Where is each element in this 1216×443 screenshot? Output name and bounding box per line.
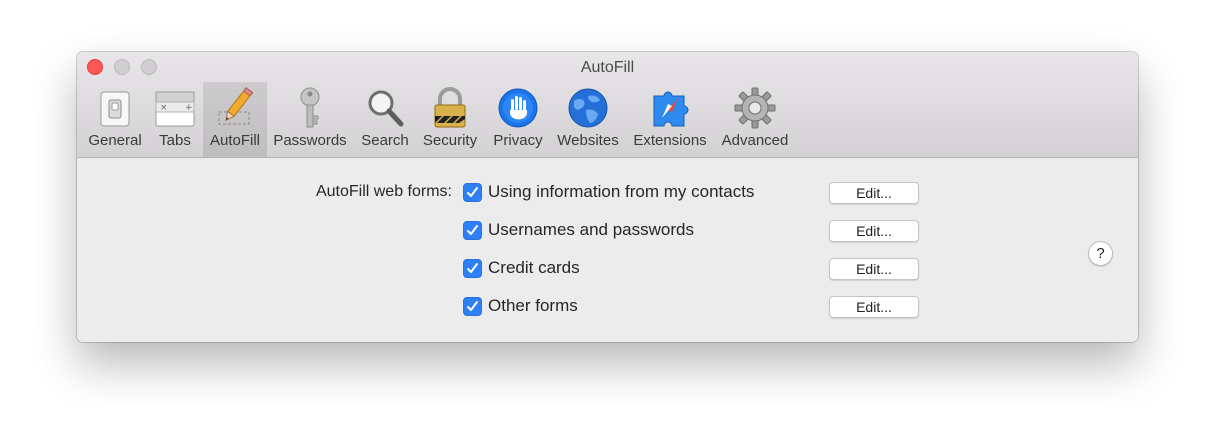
window-title: AutoFill [580, 59, 635, 76]
padlock-icon [428, 86, 472, 130]
puzzle-icon [648, 86, 692, 130]
tab-label: Security [422, 132, 478, 149]
svg-text:×: × [160, 103, 168, 113]
tab-label: AutoFill [209, 132, 261, 149]
edit-credit-cards-button[interactable]: Edit... [829, 258, 919, 280]
toolbar: AutoFill General × + Tabs AutoFill Passw… [77, 52, 1138, 158]
option-label: Credit cards [488, 258, 580, 277]
pencil-icon [213, 86, 257, 130]
tab-label: Search [361, 132, 409, 149]
hand-icon [496, 86, 540, 130]
gear-icon [733, 86, 777, 130]
help-button[interactable]: ? [1088, 241, 1113, 266]
edit-contacts-button[interactable]: Edit... [829, 182, 919, 204]
credit-cards-checkbox[interactable] [463, 259, 482, 278]
autofill-panel: AutoFill web forms: Using information fr… [77, 158, 1138, 342]
edit-usernames-passwords-button[interactable]: Edit... [829, 220, 919, 242]
key-icon [288, 86, 332, 130]
svg-text:+: + [185, 103, 193, 113]
tab-label: Privacy [493, 132, 543, 149]
tab-search[interactable]: Search [355, 82, 415, 157]
tab-general[interactable]: General [85, 82, 145, 157]
tab-autofill[interactable]: AutoFill [203, 82, 267, 157]
tab-label: Advanced [721, 132, 789, 149]
tab-tabs[interactable]: × + Tabs [149, 82, 201, 157]
tab-extensions[interactable]: Extensions [627, 82, 713, 157]
preferences-window: AutoFill General × + Tabs AutoFill Passw… [77, 52, 1138, 342]
tab-privacy[interactable]: Privacy [487, 82, 549, 157]
option-label: Usernames and passwords [488, 220, 694, 239]
option-label: Using information from my contacts [488, 182, 755, 201]
tab-passwords[interactable]: Passwords [269, 82, 351, 157]
tab-label: Websites [557, 132, 619, 149]
tab-label: Extensions [633, 132, 707, 149]
other-forms-checkbox[interactable] [463, 297, 482, 316]
general-switch-icon [93, 86, 137, 130]
tab-label: Passwords [273, 132, 347, 149]
autofill-web-forms-label: AutoFill web forms: [315, 183, 452, 200]
tab-label: Tabs [159, 132, 191, 149]
contacts-checkbox[interactable] [463, 183, 482, 202]
tab-label: General [88, 132, 142, 149]
edit-other-forms-button[interactable]: Edit... [829, 296, 919, 318]
option-label: Other forms [488, 296, 578, 315]
tab-websites[interactable]: Websites [551, 82, 625, 157]
tab-security[interactable]: Security [417, 82, 483, 157]
usernames-passwords-checkbox[interactable] [463, 221, 482, 240]
tabs-icon: × + [153, 86, 197, 130]
magnifier-icon [363, 86, 407, 130]
tab-advanced[interactable]: Advanced [717, 82, 793, 157]
globe-icon [566, 86, 610, 130]
